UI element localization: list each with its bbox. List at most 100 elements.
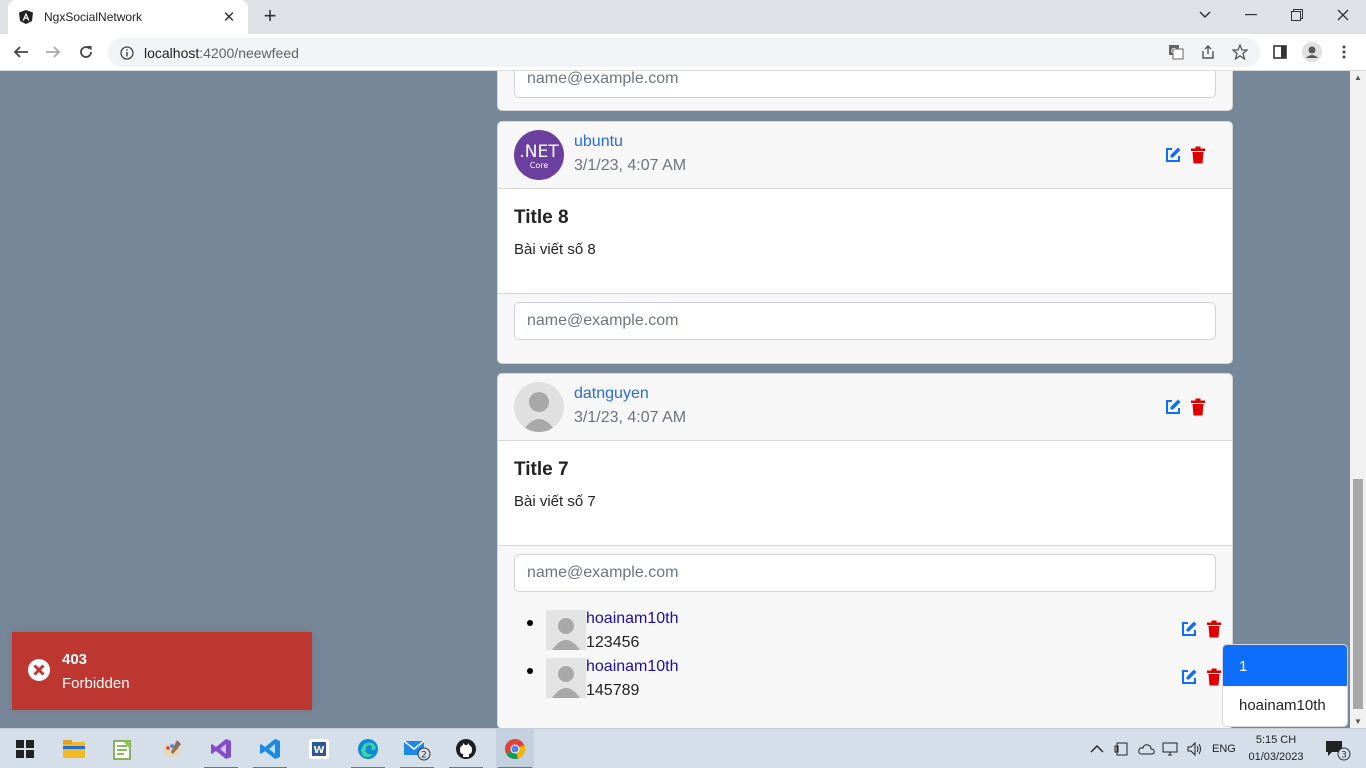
- edit-icon[interactable]: [1180, 620, 1198, 638]
- url-path: :4200/neewfeed: [199, 44, 299, 61]
- default-user-avatar: [514, 382, 564, 432]
- online-user-item[interactable]: hoainam10th: [1223, 686, 1347, 726]
- card-footer: [498, 71, 1232, 106]
- comment-list: hoainam10th 123456 hoainam10th 145789: [527, 610, 1221, 706]
- notepad-plus-icon[interactable]: [104, 729, 142, 768]
- post-author-link[interactable]: ubuntu: [574, 133, 623, 151]
- trash-icon[interactable]: [1205, 620, 1223, 638]
- post-content: Bài viết số 8: [514, 241, 596, 258]
- language-indicator[interactable]: ENG: [1212, 743, 1236, 755]
- side-panel-icon[interactable]: [1270, 42, 1290, 62]
- back-icon[interactable]: [10, 41, 32, 63]
- restore-icon[interactable]: [1274, 0, 1320, 30]
- url-text: localhost:4200/neewfeed: [144, 45, 299, 61]
- avatar-subtext: Core: [530, 161, 549, 170]
- github-desktop-icon[interactable]: [447, 729, 485, 768]
- card-footer: hoainam10th 123456 hoainam10th 145789: [498, 546, 1232, 714]
- avatar-text: .NET: [519, 142, 559, 162]
- page-scrollbar[interactable]: ▲ ▼: [1350, 71, 1366, 728]
- comment-input[interactable]: [514, 554, 1216, 592]
- comment-text: 123456: [586, 634, 640, 651]
- profile-icon[interactable]: [1302, 42, 1322, 62]
- post-header: .NET Core ubuntu 3/1/23, 4:07 AM: [498, 122, 1232, 189]
- comment-author-link[interactable]: hoainam10th: [586, 610, 679, 628]
- mail-icon[interactable]: 2: [398, 729, 436, 768]
- online-users-list: 1 hoainam10th: [1222, 644, 1348, 727]
- post-content: Bài viết số 7: [514, 493, 596, 510]
- post-body: Title 8 Bài viết số 8: [498, 189, 1232, 294]
- word-icon[interactable]: W: [300, 729, 338, 768]
- tab-search-icon[interactable]: [1182, 0, 1228, 30]
- system-tray: ENG: [1090, 729, 1236, 768]
- online-count-item[interactable]: 1: [1223, 645, 1347, 686]
- browser-tab[interactable]: NgxSocialNetwork ✕: [8, 0, 248, 34]
- svg-text:G: G: [1171, 47, 1176, 55]
- bookmark-star-icon[interactable]: [1230, 42, 1250, 62]
- comment-avatar: [546, 610, 586, 650]
- more-menu-icon[interactable]: [1334, 42, 1354, 62]
- forward-icon[interactable]: [42, 41, 64, 63]
- notification-count: 3: [1341, 751, 1347, 761]
- notification-center-icon[interactable]: 3: [1318, 729, 1356, 768]
- scroll-thumb[interactable]: [1353, 479, 1363, 709]
- trash-icon[interactable]: [1189, 146, 1207, 164]
- trash-icon[interactable]: [1189, 398, 1207, 416]
- list-bullet: [527, 620, 533, 626]
- dotnet-core-avatar: .NET Core: [514, 130, 564, 180]
- site-info-icon[interactable]: [120, 45, 134, 60]
- edit-icon[interactable]: [1164, 146, 1182, 164]
- post-time: 3/1/23, 4:07 AM: [574, 409, 687, 426]
- minimize-icon[interactable]: [1228, 0, 1274, 30]
- post-header: datnguyen 3/1/23, 4:07 AM: [498, 374, 1232, 441]
- vscode-icon[interactable]: [251, 729, 289, 768]
- address-bar[interactable]: localhost:4200/neewfeed: [108, 38, 1260, 67]
- windows-start-icon[interactable]: [6, 729, 44, 768]
- translate-icon[interactable]: G: [1166, 42, 1186, 62]
- trash-icon[interactable]: [1205, 668, 1223, 686]
- post-card: .NET Core ubuntu 3/1/23, 4:07 AM Title 8 …: [497, 121, 1233, 364]
- paint-icon[interactable]: [153, 729, 191, 768]
- chrome-icon[interactable]: [496, 729, 534, 768]
- reload-icon[interactable]: [75, 41, 97, 63]
- new-tab-button[interactable]: +: [258, 4, 282, 30]
- visual-studio-icon[interactable]: [202, 729, 240, 768]
- edge-icon[interactable]: [349, 729, 387, 768]
- post-title: Title 8: [514, 207, 569, 228]
- post-time: 3/1/23, 4:07 AM: [574, 157, 687, 174]
- browser-tabstrip: NgxSocialNetwork ✕ +: [0, 0, 1366, 34]
- windows-taskbar: W 2 ENG 5:15 CH 01/03/2023 3: [0, 728, 1366, 768]
- page-viewport: .NETCore ubuntu 3/1/23, 4:07 AM Title 8 …: [0, 71, 1350, 728]
- post-author-link[interactable]: datnguyen: [574, 385, 649, 403]
- mail-badge: 2: [421, 751, 427, 761]
- taskview-tray-icon[interactable]: [1114, 741, 1130, 757]
- card-footer: [498, 294, 1232, 348]
- volume-icon[interactable]: [1186, 741, 1204, 757]
- system-clock[interactable]: 5:15 CH 01/03/2023: [1246, 732, 1306, 766]
- share-icon[interactable]: [1198, 42, 1218, 62]
- file-explorer-icon[interactable]: [55, 729, 93, 768]
- post-card-previous: [497, 71, 1233, 111]
- error-toast[interactable]: 403 Forbidden: [12, 632, 312, 710]
- close-window-icon[interactable]: [1320, 0, 1366, 30]
- post-body: Title 7 Bài viết số 7: [498, 441, 1232, 546]
- post-card: datnguyen 3/1/23, 4:07 AM Title 7 Bài vi…: [497, 373, 1233, 728]
- network-icon[interactable]: [1162, 741, 1180, 757]
- edit-icon[interactable]: [1164, 398, 1182, 416]
- list-bullet: [527, 668, 533, 674]
- clock-date: 01/03/2023: [1248, 751, 1304, 763]
- comment-author-link[interactable]: hoainam10th: [586, 658, 679, 676]
- comment-input[interactable]: [514, 71, 1216, 98]
- toast-title: 403: [62, 651, 88, 668]
- window-controls: [1182, 0, 1366, 34]
- scroll-down-icon[interactable]: ▼: [1354, 717, 1362, 726]
- comment-item: hoainam10th 145789: [527, 658, 1221, 706]
- comment-text: 145789: [586, 682, 640, 699]
- scroll-up-icon[interactable]: ▲: [1354, 73, 1362, 82]
- onedrive-icon[interactable]: [1138, 742, 1156, 756]
- comment-input[interactable]: [514, 302, 1216, 340]
- tab-close-icon[interactable]: ✕: [220, 8, 238, 26]
- svg-text:W: W: [313, 745, 324, 756]
- clock-time: 5:15 CH: [1255, 734, 1297, 746]
- edit-icon[interactable]: [1180, 668, 1198, 686]
- tray-chevron-up-icon[interactable]: [1090, 744, 1104, 754]
